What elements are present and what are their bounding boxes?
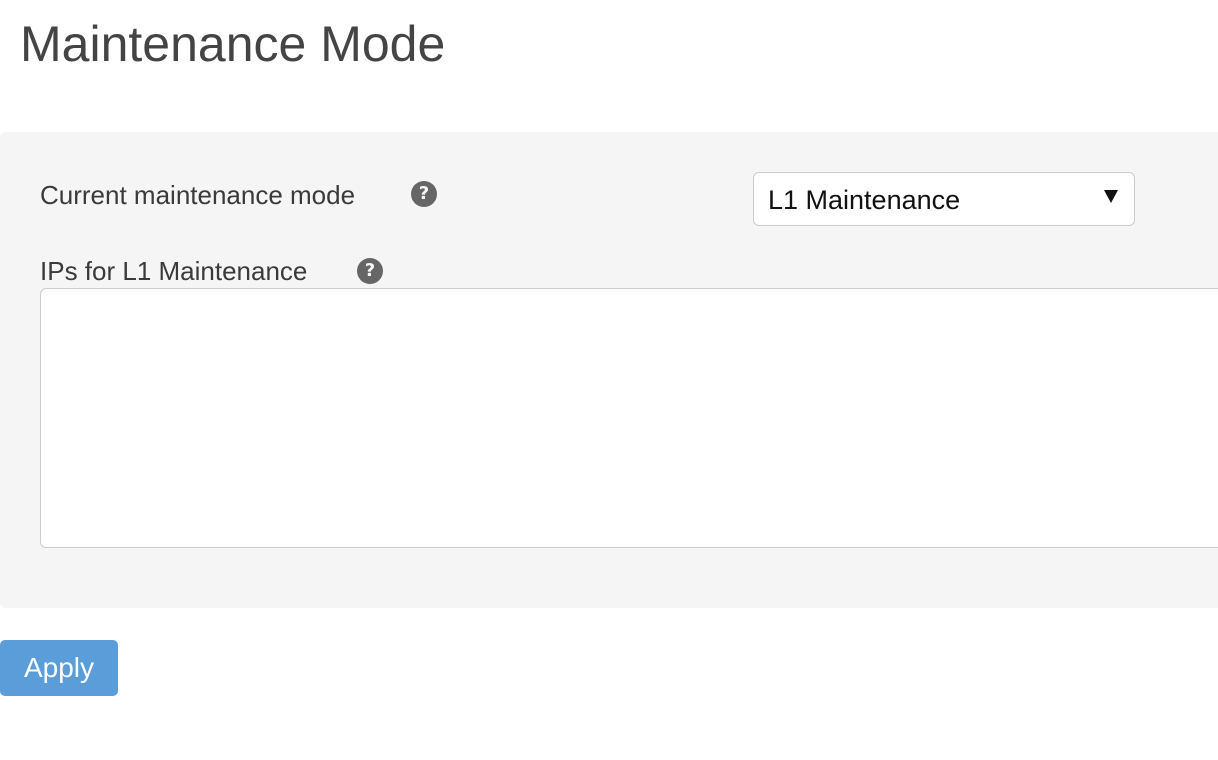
triangle-down-icon [1104, 190, 1118, 203]
apply-button[interactable]: Apply [0, 640, 118, 696]
ips-textarea[interactable] [40, 288, 1218, 548]
current-mode-label: Current maintenance mode [40, 180, 356, 210]
question-circle-icon[interactable]: ? [411, 181, 437, 207]
ips-label: IPs for L1 Maintenance [40, 256, 308, 286]
question-circle-icon[interactable]: ? [357, 258, 383, 284]
maintenance-mode-selected-value: L1 Maintenance [768, 185, 961, 215]
page-title: Maintenance Mode [20, 16, 446, 72]
maintenance-settings-panel: Current maintenance mode ? L1 Maintenanc… [0, 132, 1218, 608]
maintenance-mode-select[interactable]: L1 Maintenance [753, 172, 1135, 226]
